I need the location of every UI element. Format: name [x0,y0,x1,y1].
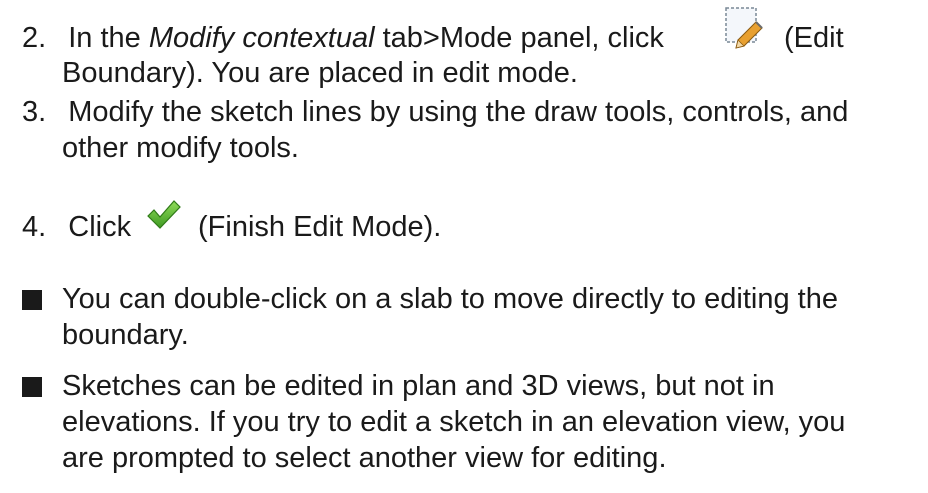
note-text: elevations. If you try to edit a sketch … [62,406,846,438]
step-text: (Edit [784,22,844,54]
note-text: Sketches can be edited in plan and 3D vi… [62,370,775,402]
step-text: tab>Mode panel, click [374,22,664,54]
step-text: Modify the sketch lines by using the dra… [68,96,849,128]
step-2-line-1: 2. In the Modify contextual tab>Mode pan… [22,20,664,56]
step-text: other modify tools. [62,132,299,164]
note-text: You can double-click on a slab to move d… [62,283,838,315]
step-text: (Finish Edit Mode). [198,211,442,243]
step-2-line-2: Boundary). You are placed in edit mode. [62,55,578,91]
note-text: boundary. [62,319,189,351]
note-1-line-1: You can double-click on a slab to move d… [62,281,838,317]
square-bullet-icon [22,377,42,397]
step-number: 4. [22,211,47,243]
step-4-line-1-end: (Finish Edit Mode). [198,209,441,245]
note-2-line-3: are prompted to select another view for … [62,440,667,476]
step-text-italic: Modify contextual [148,22,375,54]
step-4-line-1: 4. Click [22,209,131,245]
edit-boundary-icon [720,4,768,50]
finish-edit-mode-icon [136,190,188,240]
note-1-line-2: boundary. [62,317,189,353]
note-2-line-2: elevations. If you try to edit a sketch … [62,404,845,440]
step-text: In the [68,22,149,54]
step-3-line-2: other modify tools. [62,130,299,166]
step-number: 3. [22,96,47,128]
note-text: are prompted to select another view for … [62,442,667,474]
step-number: 2. [22,22,47,54]
step-text: Boundary). You are placed in edit mode. [62,57,578,89]
square-bullet-icon [22,290,42,310]
step-2-line-1-end: (Edit [784,20,844,56]
step-3-line-1: 3. Modify the sketch lines by using the … [22,94,848,130]
note-2-line-1: Sketches can be edited in plan and 3D vi… [62,368,775,404]
step-text: Click [68,211,132,243]
